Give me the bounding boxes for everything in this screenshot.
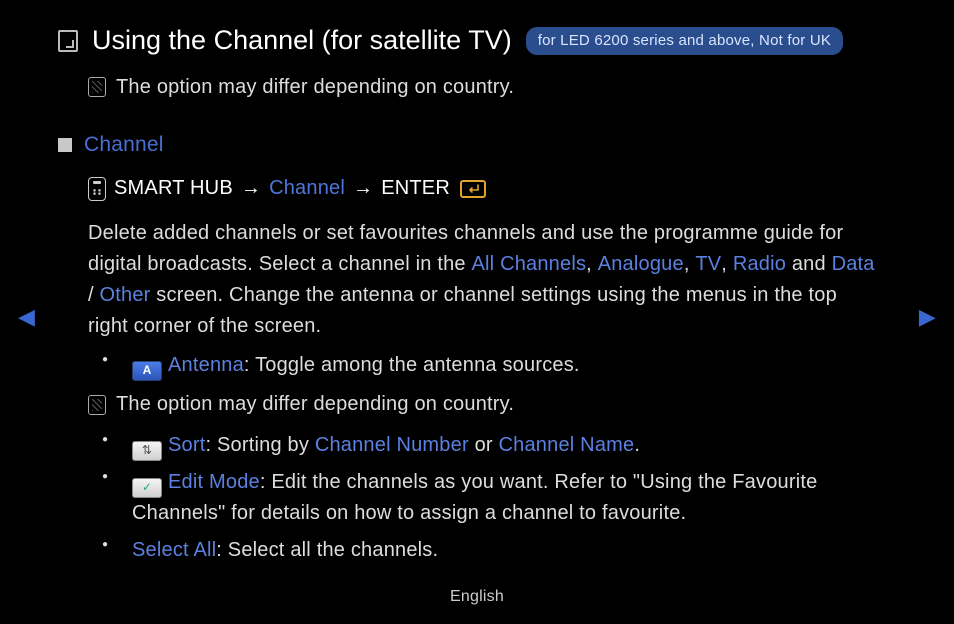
edit-mode-icon: ✓ bbox=[132, 478, 162, 498]
select-all-label: Select All bbox=[132, 539, 216, 561]
link-all-channels: All Channels bbox=[471, 253, 586, 275]
edit-mode-label: Edit Mode bbox=[168, 471, 260, 493]
sort-channel-name: Channel Name bbox=[499, 434, 635, 456]
path-channel: Channel bbox=[269, 173, 345, 204]
note-icon bbox=[88, 77, 106, 97]
antenna-text: : Toggle among the antenna sources. bbox=[244, 354, 580, 376]
book-icon bbox=[58, 30, 78, 52]
section-row: Channel bbox=[58, 129, 882, 162]
list-item-select-all: Select All: Select all the channels. bbox=[88, 535, 882, 566]
list-item-antenna: A Antenna: Toggle among the antenna sourc… bbox=[88, 350, 882, 381]
sort-channel-number: Channel Number bbox=[315, 434, 469, 456]
arrow-icon: → bbox=[241, 173, 261, 204]
arrow-icon: → bbox=[353, 173, 373, 204]
sort-icon: ⇅ bbox=[132, 441, 162, 461]
antenna-icon: A bbox=[132, 361, 162, 381]
square-bullet-icon bbox=[58, 138, 72, 152]
link-tv: TV bbox=[695, 253, 721, 275]
list-item-edit-mode: ✓Edit Mode: Edit the channels as you wan… bbox=[88, 467, 882, 529]
path-enter: ENTER bbox=[381, 173, 450, 204]
note-icon bbox=[88, 395, 106, 415]
menu-path: SMART HUB → Channel → ENTER bbox=[88, 173, 882, 204]
path-smart-hub: SMART HUB bbox=[114, 173, 233, 204]
prev-page-arrow[interactable]: ◀ bbox=[18, 300, 35, 334]
page-title: Using the Channel (for satellite TV) bbox=[92, 20, 512, 62]
compatibility-badge: for LED 6200 series and above, Not for U… bbox=[526, 27, 843, 54]
link-analogue: Analogue bbox=[598, 253, 684, 275]
link-other: Other bbox=[100, 284, 151, 306]
feature-list-2: ⇅Sort: Sorting by Channel Number or Chan… bbox=[88, 430, 882, 566]
antenna-label: Antenna bbox=[168, 354, 244, 376]
manual-page: Using the Channel (for satellite TV) for… bbox=[0, 0, 954, 566]
inline-note: The option may differ depending on count… bbox=[88, 389, 882, 420]
inline-note-text: The option may differ depending on count… bbox=[116, 389, 514, 420]
select-all-text: : Select all the channels. bbox=[216, 539, 438, 561]
link-data: Data bbox=[832, 253, 875, 275]
list-item-sort: ⇅Sort: Sorting by Channel Number or Chan… bbox=[88, 430, 882, 461]
feature-list: A Antenna: Toggle among the antenna sourc… bbox=[88, 350, 882, 381]
top-note-text: The option may differ depending on count… bbox=[116, 72, 514, 103]
body-text-3: screen. Change the antenna or channel se… bbox=[88, 284, 837, 337]
link-radio: Radio bbox=[733, 253, 786, 275]
remote-icon bbox=[88, 177, 106, 201]
sort-label: Sort bbox=[168, 434, 205, 456]
enter-icon bbox=[460, 180, 486, 198]
body-paragraph: Delete added channels or set favourites … bbox=[88, 218, 882, 342]
section-title: Channel bbox=[84, 129, 164, 162]
footer-language: English bbox=[0, 585, 954, 610]
next-page-arrow[interactable]: ▶ bbox=[919, 300, 936, 334]
top-note: The option may differ depending on count… bbox=[88, 72, 882, 103]
title-row: Using the Channel (for satellite TV) for… bbox=[58, 20, 882, 62]
